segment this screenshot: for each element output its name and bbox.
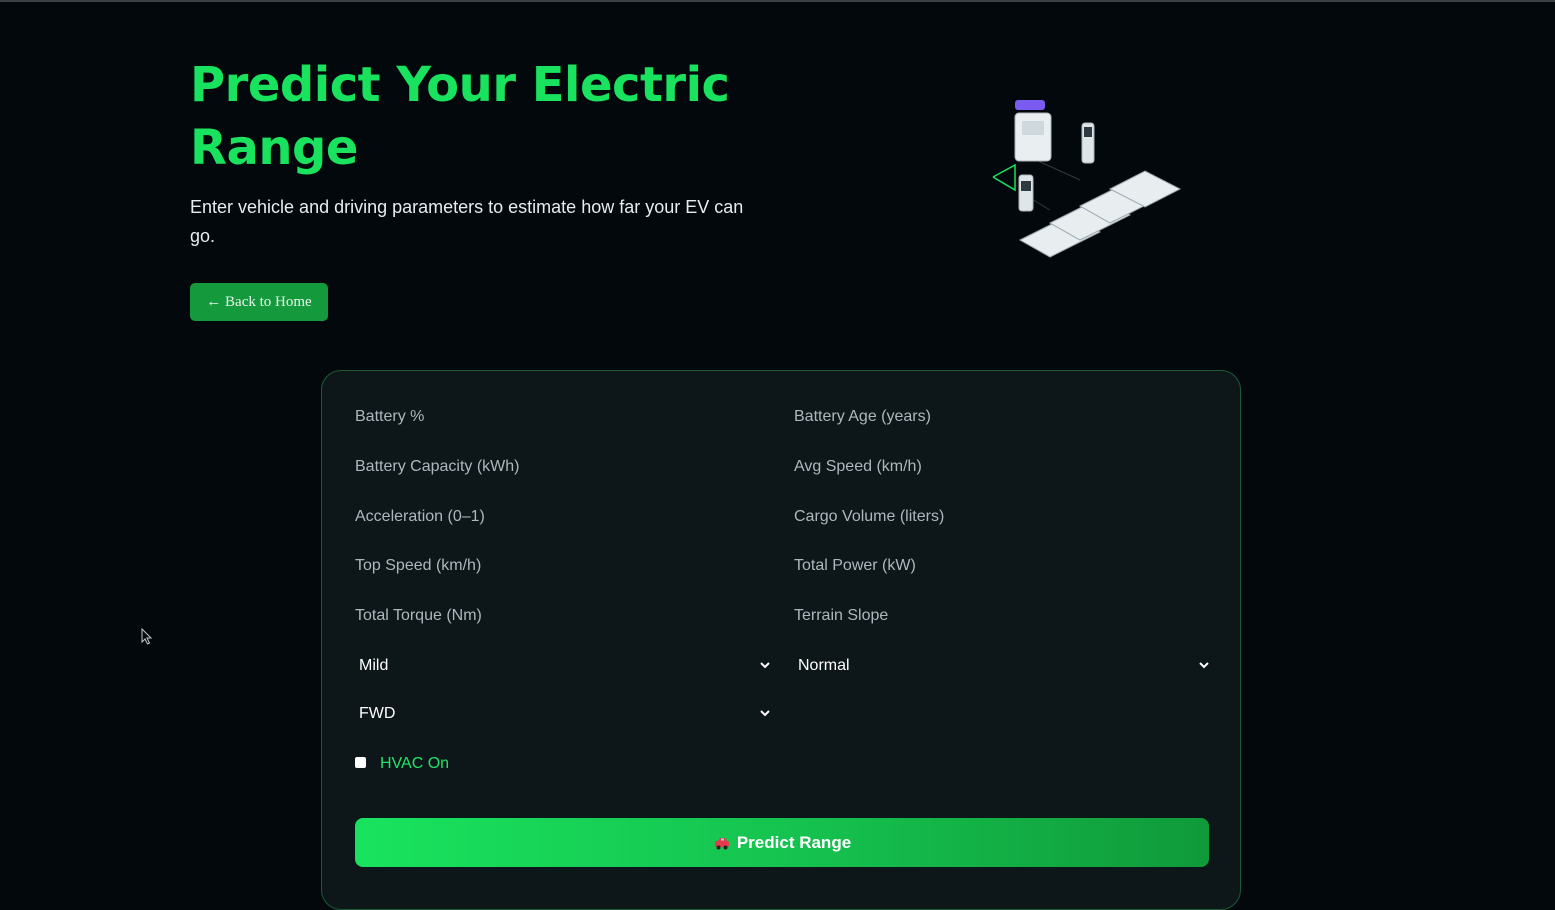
acceleration-input[interactable]	[355, 500, 767, 534]
chevron-down-icon	[760, 710, 770, 717]
page-subtitle: Enter vehicle and driving parameters to …	[190, 197, 744, 246]
driving-mode-select[interactable]: Normal	[794, 649, 1214, 683]
predict-range-label: Predict Range	[736, 832, 852, 852]
total-power-input[interactable]	[794, 549, 1206, 583]
back-to-home-button[interactable]: ← Back to Home	[190, 283, 328, 321]
top-speed-input[interactable]	[355, 549, 767, 583]
cargo-volume-input[interactable]	[794, 500, 1206, 534]
battery-percent-input[interactable]	[355, 400, 767, 434]
battery-age-input[interactable]	[794, 400, 1206, 434]
driving-mode-select-value: Normal	[798, 657, 850, 674]
weather-select[interactable]: Mild	[355, 649, 775, 683]
chevron-down-icon	[1199, 662, 1209, 669]
terrain-slope-input[interactable]	[794, 599, 1206, 633]
ev-charging-station-illustration	[992, 100, 1182, 258]
hvac-checkbox[interactable]	[355, 757, 366, 768]
chevron-down-icon	[760, 662, 770, 669]
total-torque-input[interactable]	[355, 599, 767, 633]
page-title: Predict Your Electric Range	[190, 57, 730, 176]
drivetrain-select[interactable]: FWD	[355, 697, 775, 731]
weather-select-value: Mild	[359, 657, 389, 674]
predict-range-button[interactable]: Predict Range	[355, 818, 1209, 867]
battery-capacity-input[interactable]	[355, 450, 767, 484]
hvac-label: HVAC On	[380, 755, 450, 772]
mouse-cursor-icon	[141, 628, 153, 645]
avg-speed-input[interactable]	[794, 450, 1206, 484]
drivetrain-select-value: FWD	[359, 705, 396, 722]
top-divider	[0, 0, 1555, 2]
car-icon	[714, 837, 729, 849]
